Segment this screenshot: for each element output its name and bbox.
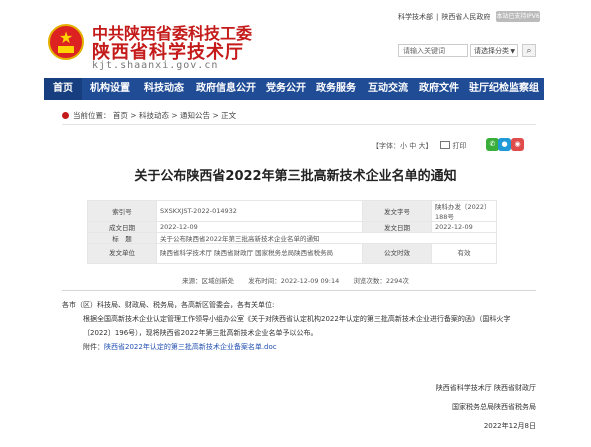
attachment-link[interactable]: 陕西省2022年认定的第三批高新技术企业备案名单.doc: [104, 343, 277, 351]
nav-item-services[interactable]: 政务服务: [310, 78, 362, 100]
attachment: 附件：陕西省2022年认定的第三批高新技术企业备案名单.doc: [62, 340, 536, 354]
search-scope-select[interactable]: 请选择分类 ▼: [470, 44, 518, 57]
attachment-prefix: 附件：: [83, 343, 104, 351]
index-value: SXSKXJST-2022-014932: [156, 200, 363, 222]
top-link-most[interactable]: 科学技术部: [398, 13, 433, 21]
nav-item-gov-info[interactable]: 政府信息公开: [190, 78, 262, 100]
validity-label: 公文时效: [362, 243, 432, 264]
breadcrumb-news[interactable]: 科技动态: [139, 111, 169, 120]
breadcrumb-prefix: 当前位置：: [73, 111, 111, 120]
index-label: 索引号: [87, 200, 157, 222]
search-button[interactable]: ⌕: [522, 44, 536, 57]
signature-line2: 国家税务总局陕西省税务局: [452, 403, 536, 411]
issuer-label: 发文单位: [87, 243, 157, 264]
top-links: 科学技术部 | 陕西省人民政府: [398, 12, 493, 22]
search-scope-label: 请选择分类: [474, 47, 509, 55]
breadcrumb-separator: >: [130, 111, 137, 120]
publish-time: 发布时间：2022-12-09 09:14: [248, 277, 340, 285]
nav-item-party-affairs[interactable]: 党务公开: [262, 78, 310, 100]
nav-item-home[interactable]: 首页: [44, 78, 82, 100]
issuer-value: 陕西省科学技术厅 陕西省财政厅 国家税务总局陕西省税务局: [156, 243, 363, 264]
print-icon: [440, 141, 451, 149]
location-pin-icon: [62, 112, 69, 119]
chevron-down-icon: ▼: [510, 48, 515, 55]
subject-value: 关于公布陕西省2022年第三批高新技术企业名单的通知: [156, 232, 497, 244]
date-value: 2022-12-09: [156, 221, 363, 233]
table-row: 标 题 关于公布陕西省2022年第三批高新技术企业名单的通知: [87, 232, 497, 244]
pub-date-value: 2022-12-09: [431, 221, 497, 233]
nav-item-news[interactable]: 科技动态: [138, 78, 190, 100]
signature-line1: 陕西省科学技术厅 陕西省财政厅: [435, 384, 536, 392]
print-button[interactable]: 打印: [452, 142, 466, 150]
share-weibo-icon[interactable]: ◉: [511, 138, 524, 151]
breadcrumb-separator: >: [212, 111, 219, 120]
top-link-separator: |: [436, 13, 439, 21]
top-link-province-gov[interactable]: 陕西省人民政府: [441, 13, 490, 21]
pub-date-label: 发文日期: [362, 221, 432, 233]
table-row: 索引号 SXSKXJST-2022-014932 发文字号 陕科办发〔2022〕…: [87, 200, 497, 222]
search-icon: ⌕: [526, 46, 532, 56]
article-body: 各市（区）科技局、财政局、税务局，各高新区管委会，各有关单位: 根据全国高新技术…: [62, 298, 536, 354]
site-header: ★ 中共陕西省委科技工委 陕西省科学技术厅 kjt.shaanxi.gov.cn…: [0, 0, 591, 78]
article-meta: 来源：区域创新处 发布时间：2022-12-09 09:14 浏览次数：2294…: [0, 275, 591, 285]
search-input[interactable]: 请输入关键词: [398, 44, 468, 57]
breadcrumb-notices[interactable]: 通知公告: [180, 111, 210, 120]
divider: [62, 124, 536, 125]
table-row: 成文日期 2022-12-09 发文日期 2022-12-09: [87, 221, 497, 233]
ipv6-badge: 本站已支持IPV6: [496, 11, 540, 22]
subject-label: 标 题: [87, 232, 157, 244]
national-emblem-icon: ★: [48, 24, 84, 60]
source: 来源：区域创新处: [182, 277, 235, 285]
nav-item-interaction[interactable]: 互动交流: [362, 78, 414, 100]
page: ★ 中共陕西省委科技工委 陕西省科学技术厅 kjt.shaanxi.gov.cn…: [0, 0, 591, 447]
breadcrumb-separator: >: [171, 111, 178, 120]
font-size-control[interactable]: 【字体：小 中 大】: [372, 142, 432, 150]
validity-value: 有效: [431, 243, 497, 264]
nav-item-org[interactable]: 机构设置: [82, 78, 138, 100]
nav-item-gov-docs[interactable]: 政府文件: [414, 78, 464, 100]
document-info-table: 索引号 SXSKXJST-2022-014932 发文字号 陕科办发〔2022〕…: [87, 200, 497, 264]
doc-no-value: 陕科办发〔2022〕188号: [431, 200, 497, 222]
doc-no-label: 发文字号: [362, 200, 432, 222]
main-nav: 首页 机构设置 科技动态 政府信息公开 党务公开 政务服务 互动交流 政府文件 …: [44, 78, 544, 100]
nav-item-discipline[interactable]: 驻厅纪检监察组: [464, 78, 544, 100]
breadcrumb: 当前位置： 首页 > 科技动态 > 通知公告 > 正文: [62, 110, 236, 121]
divider: [62, 290, 536, 291]
table-row: 发文单位 陕西省科学技术厅 陕西省财政厅 国家税务总局陕西省税务局 公文时效 有…: [87, 243, 497, 264]
breadcrumb-current: 正文: [221, 111, 237, 120]
signature-date: 2022年12月8日: [483, 422, 536, 430]
article-tools: 【字体：小 中 大】 打印: [372, 141, 466, 151]
greeting: 各市（区）科技局、财政局、税务局，各高新区管委会，各有关单位:: [62, 301, 275, 309]
date-label: 成文日期: [87, 221, 157, 233]
view-count: 浏览次数：2294次: [353, 277, 409, 285]
share-qq-icon[interactable]: ●: [498, 138, 511, 151]
site-domain: kjt.shaanxi.gov.cn: [92, 60, 219, 71]
paragraph: 根据全国高新技术企业认定管理工作领导小组办公室《关于对陕西省认定机构2022年认…: [83, 315, 511, 337]
breadcrumb-home[interactable]: 首页: [113, 111, 128, 120]
article-title: 关于公布陕西省2022年第三批高新技术企业名单的通知: [134, 169, 457, 184]
